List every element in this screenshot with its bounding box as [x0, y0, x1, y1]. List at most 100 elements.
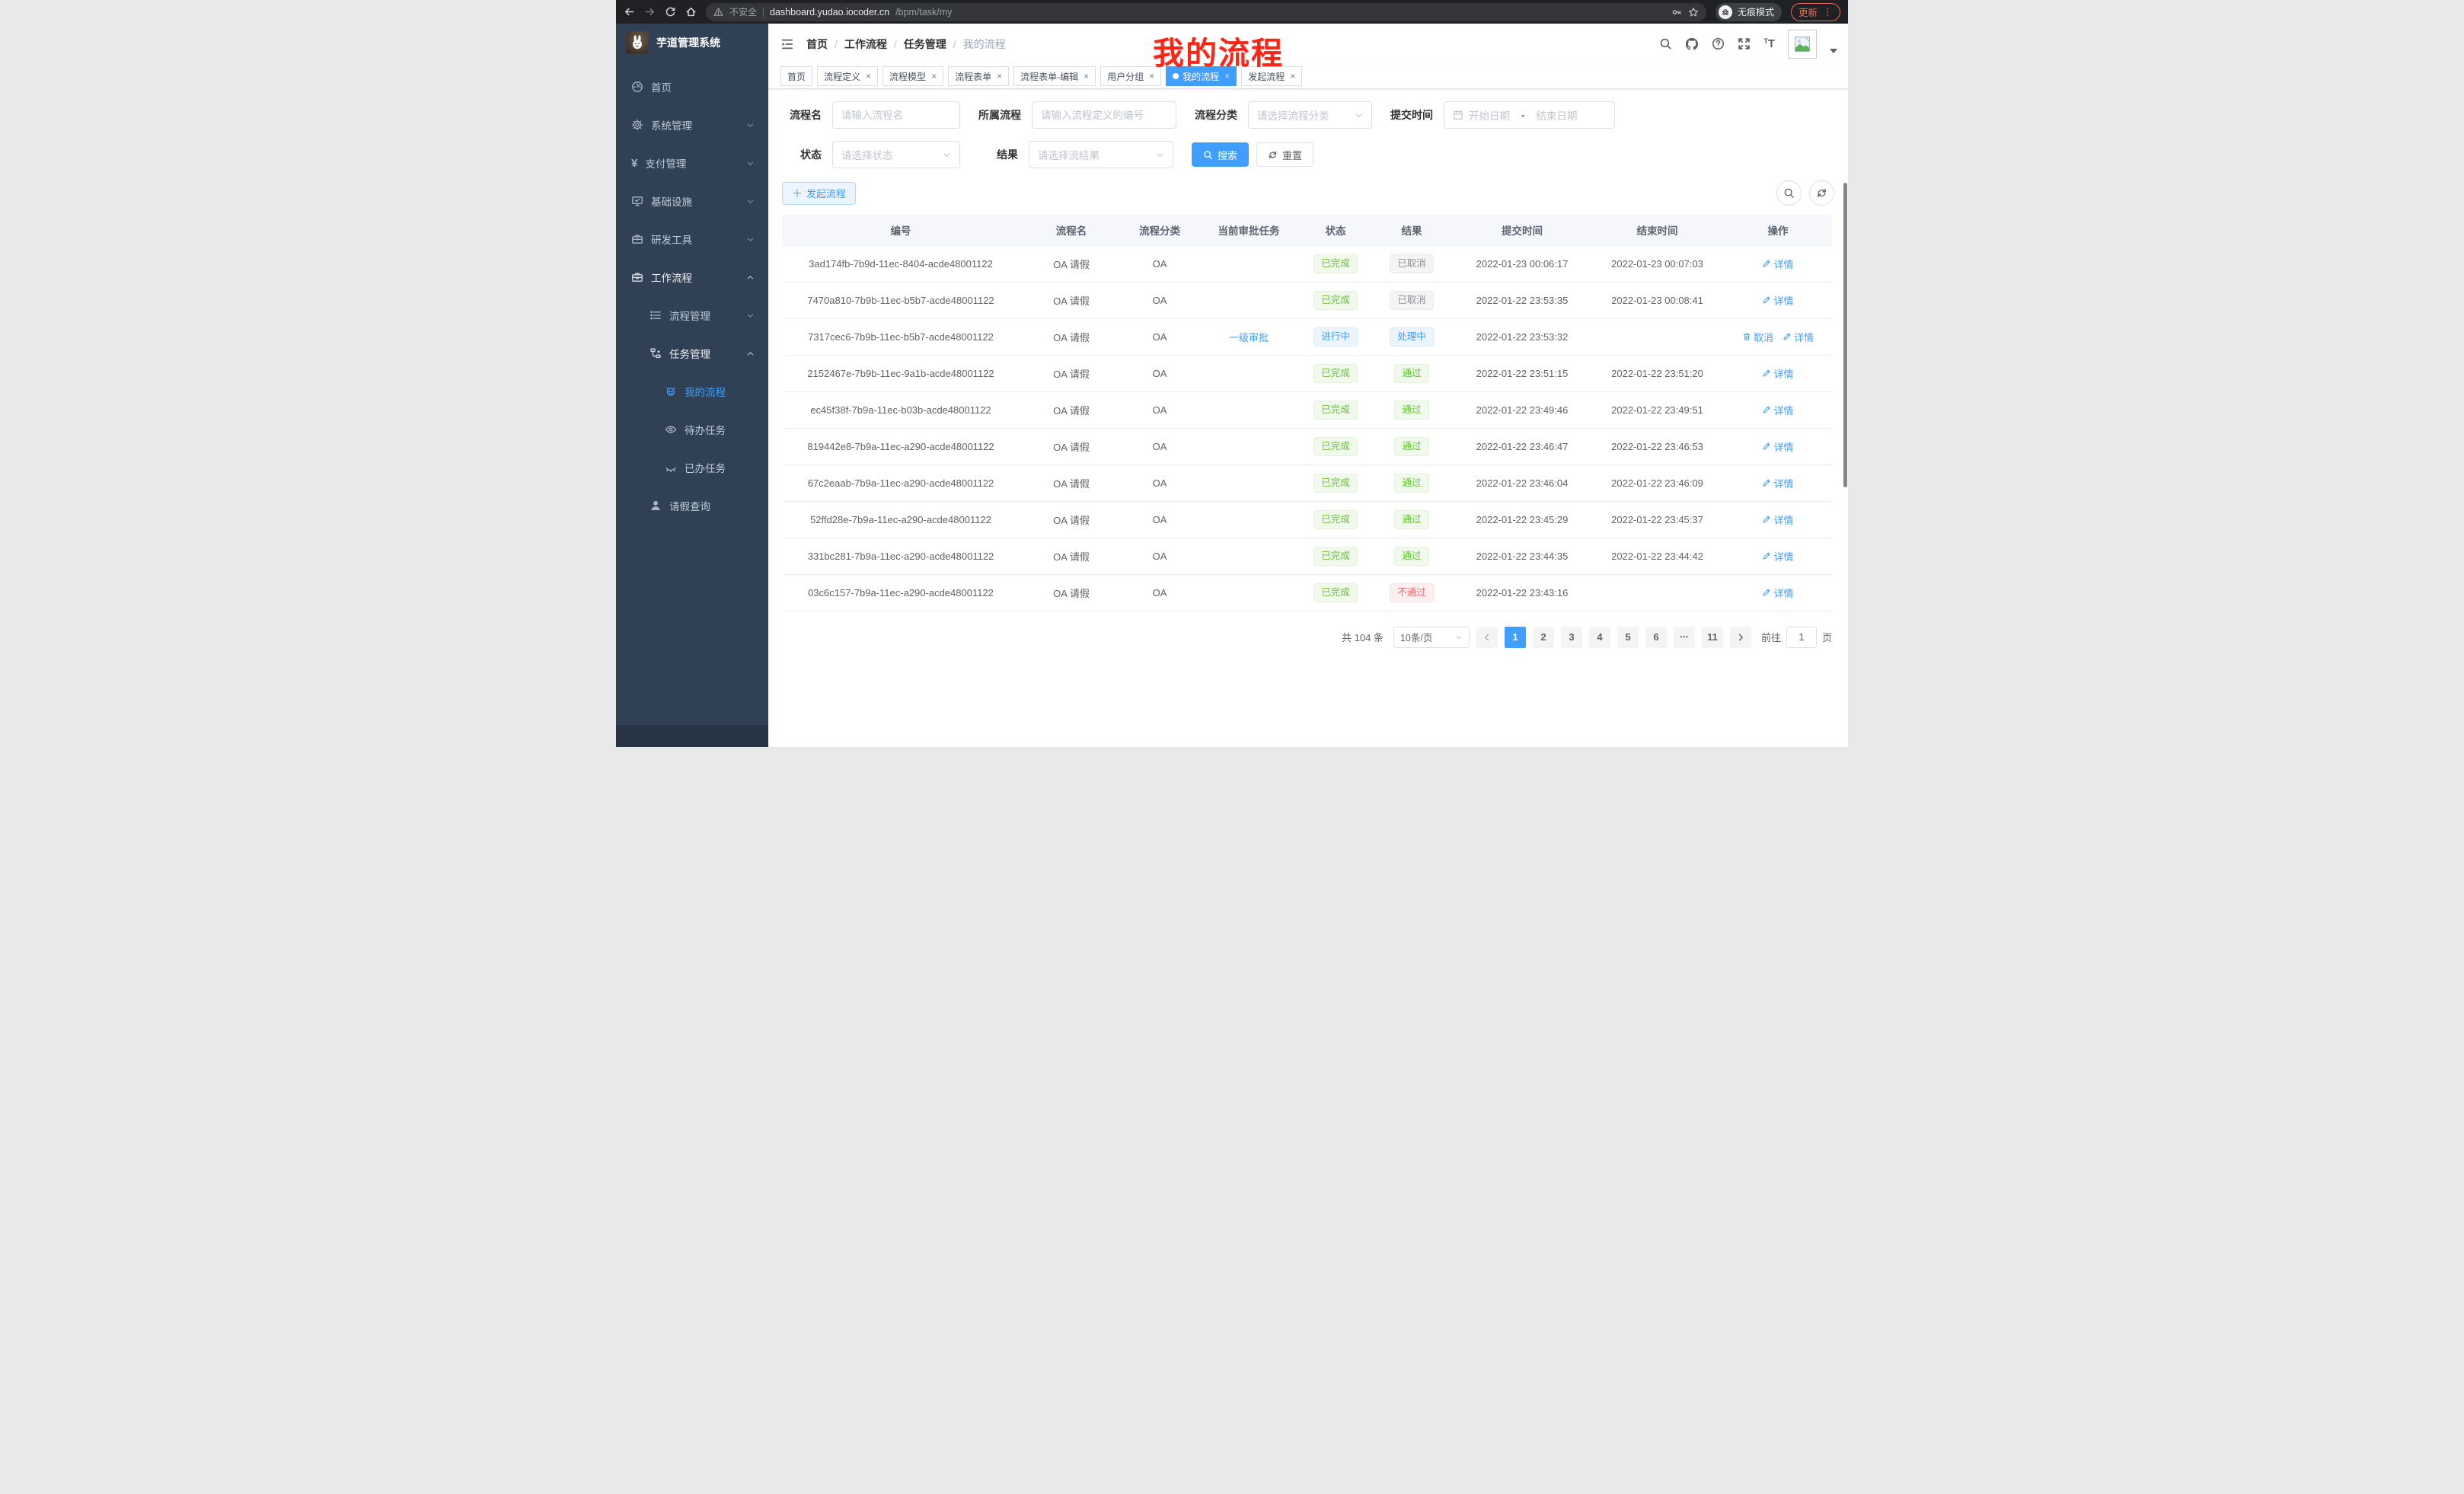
sidebar-item-system[interactable]: 系统管理: [616, 106, 768, 144]
detail-link[interactable]: 详情: [1762, 586, 1793, 600]
sidebar-item-process-manage[interactable]: 流程管理: [616, 296, 768, 334]
tab-close-icon[interactable]: ×: [931, 71, 937, 81]
cell-current-task: [1196, 391, 1301, 428]
search-button[interactable]: 搜索: [1192, 142, 1249, 167]
detail-link[interactable]: 详情: [1762, 403, 1793, 417]
page-button-1[interactable]: 1: [1505, 627, 1526, 648]
hamburger-icon[interactable]: [780, 37, 794, 51]
help-icon[interactable]: [1712, 37, 1725, 50]
category-select[interactable]: 请选择流程分类: [1248, 101, 1372, 129]
github-icon[interactable]: [1685, 37, 1699, 51]
cell-actions: 详情: [1724, 355, 1832, 391]
browser-forward-icon[interactable]: [644, 6, 656, 18]
page-button-11[interactable]: 11: [1702, 627, 1723, 648]
chevron-down-icon: [746, 159, 755, 168]
detail-link[interactable]: 详情: [1762, 366, 1793, 381]
process-def-input[interactable]: [1032, 101, 1176, 129]
sidebar-item-my-process[interactable]: 我的流程: [616, 372, 768, 410]
tab-user-group[interactable]: 用户分组×: [1100, 66, 1161, 86]
breadcrumb-item[interactable]: 首页: [806, 37, 828, 52]
tab-close-icon[interactable]: ×: [1290, 71, 1295, 81]
app-logo-row[interactable]: 芋道管理系统: [616, 24, 768, 62]
page-button-3[interactable]: 3: [1561, 627, 1582, 648]
breadcrumb-item[interactable]: 工作流程: [844, 37, 887, 52]
bookmark-star-icon[interactable]: [1688, 7, 1699, 18]
submit-time-range[interactable]: 开始日期 - 结束日期: [1444, 101, 1615, 129]
tab-process-definition[interactable]: 流程定义 ×: [817, 66, 878, 86]
browser-reload-icon[interactable]: [665, 6, 676, 18]
sidebar-item-infra[interactable]: 基础设施: [616, 182, 768, 220]
tab-my-process[interactable]: 我的流程×: [1166, 66, 1237, 86]
browser-back-icon[interactable]: [624, 6, 635, 18]
detail-link[interactable]: 详情: [1762, 257, 1793, 271]
sidebar-item-done-task[interactable]: 已办任务: [616, 449, 768, 487]
page-button-2[interactable]: 2: [1533, 627, 1554, 648]
detail-link[interactable]: 详情: [1762, 293, 1793, 308]
key-icon[interactable]: [1671, 7, 1682, 18]
sidebar-item-home[interactable]: 首页: [616, 68, 768, 106]
page-button-4[interactable]: 4: [1589, 627, 1610, 648]
create-process-button[interactable]: ＋ 发起流程: [782, 182, 856, 205]
browser-menu-icon[interactable]: ⋮: [1823, 6, 1833, 18]
detail-link[interactable]: 详情: [1762, 512, 1793, 527]
refresh-table-button[interactable]: [1809, 180, 1834, 206]
fullscreen-icon[interactable]: [1738, 37, 1751, 50]
page-size-select[interactable]: 10条/页: [1393, 627, 1470, 648]
show-search-button[interactable]: [1776, 180, 1802, 206]
breadcrumb-item[interactable]: 任务管理: [904, 37, 946, 52]
tab-process-model[interactable]: 流程模型×: [883, 66, 943, 86]
process-name-input[interactable]: [832, 101, 960, 129]
url-divider: [763, 7, 764, 18]
page-button-5[interactable]: 5: [1617, 627, 1639, 648]
tab-close-icon[interactable]: ×: [1224, 71, 1230, 81]
avatar-caret-icon[interactable]: [1830, 49, 1837, 53]
tab-close-icon[interactable]: ×: [1149, 71, 1154, 81]
detail-link[interactable]: 详情: [1762, 549, 1793, 563]
sidebar-item-payment[interactable]: ¥支付管理: [616, 144, 768, 182]
status-badge: 已完成: [1313, 437, 1358, 456]
tab-process-form-edit[interactable]: 流程表单-编辑×: [1013, 66, 1096, 86]
sidebar-item-devtools[interactable]: 研发工具: [616, 220, 768, 258]
next-page-button[interactable]: [1730, 627, 1751, 648]
tab-start-process[interactable]: 发起流程×: [1241, 66, 1302, 86]
search-icon[interactable]: [1659, 37, 1672, 50]
sidebar-item-todo-task[interactable]: 待办任务: [616, 410, 768, 449]
tab-home[interactable]: 首页: [780, 66, 812, 86]
cell-status: 已完成: [1301, 538, 1370, 574]
cell-id: 7470a810-7b9b-11ec-b5b7-acde48001122: [782, 282, 1020, 318]
pager: 123456 ••• 11: [1505, 627, 1723, 648]
sidebar-item-leave-query[interactable]: 请假查询: [616, 487, 768, 525]
font-size-icon[interactable]: TT: [1763, 37, 1775, 50]
tab-close-icon[interactable]: ×: [997, 71, 1002, 81]
cell-process-name: OA 请假: [1020, 574, 1123, 611]
pager-ellipsis[interactable]: •••: [1674, 627, 1695, 648]
sidebar-item-task-manage[interactable]: 任务管理: [616, 334, 768, 372]
page-button-6[interactable]: 6: [1645, 627, 1667, 648]
detail-link[interactable]: 详情: [1762, 476, 1793, 490]
update-button[interactable]: 更新 ⋮: [1791, 3, 1840, 21]
address-bar[interactable]: 不安全 dashboard.yudao.iocoder.cn/bpm/task/…: [706, 3, 1706, 21]
cancel-link[interactable]: 取消: [1742, 330, 1773, 344]
avatar[interactable]: [1788, 30, 1817, 59]
tab-close-icon[interactable]: ×: [866, 71, 871, 81]
plus-icon: ＋: [792, 186, 803, 201]
current-task-link[interactable]: 一级审批: [1229, 330, 1269, 344]
prev-page-button[interactable]: [1476, 627, 1498, 648]
page-scrollbar[interactable]: [1843, 183, 1847, 487]
tab-label: 流程定义: [824, 70, 860, 83]
status-select[interactable]: 请选择状态: [832, 141, 960, 168]
result-select[interactable]: 请选择流结果: [1029, 141, 1173, 168]
sidebar-item-workflow[interactable]: 工作流程: [616, 258, 768, 296]
dashboard-icon: [631, 81, 643, 93]
cell-end-time: 2022-01-22 23:45:37: [1591, 501, 1724, 538]
tab-process-form[interactable]: 流程表单×: [948, 66, 1009, 86]
tab-close-icon[interactable]: ×: [1084, 71, 1089, 81]
browser-home-icon[interactable]: [685, 6, 697, 18]
cell-status: 已完成: [1301, 245, 1370, 282]
cell-actions: 详情: [1724, 391, 1832, 428]
detail-link[interactable]: 详情: [1783, 330, 1814, 344]
detail-link[interactable]: 详情: [1762, 439, 1793, 454]
cell-actions: 详情: [1724, 282, 1832, 318]
goto-page-input[interactable]: [1786, 627, 1817, 648]
reset-button[interactable]: 重置: [1256, 142, 1313, 167]
